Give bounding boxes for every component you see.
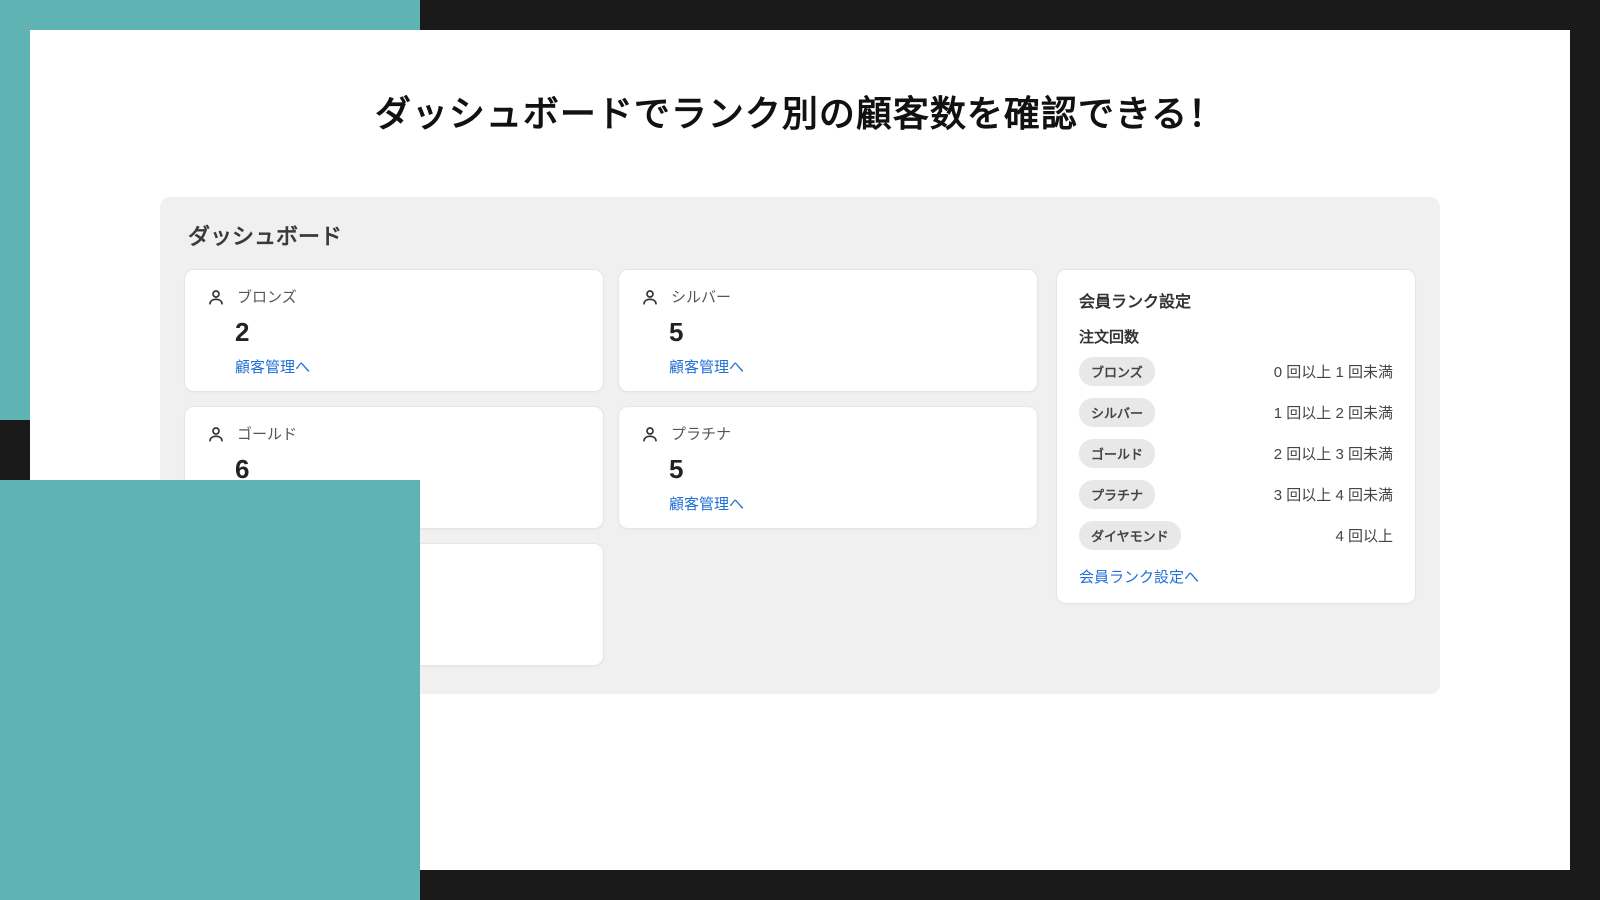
rank-card-platinum: プラチナ 5 顧客管理へ [618, 406, 1038, 529]
rank-settings-link[interactable]: 会員ランク設定へ [1079, 566, 1199, 587]
rank-pill-bronze: ブロンズ [1079, 357, 1155, 386]
rank-card-head: シルバー [641, 286, 1015, 307]
person-icon [641, 425, 659, 443]
rank-pill-silver: シルバー [1079, 398, 1155, 427]
person-icon [641, 288, 659, 306]
rank-settings-title: 会員ランク設定 [1079, 288, 1393, 312]
rank-settings-card: 会員ランク設定 注文回数 ブロンズ 0 回以上 1 回未満 シルバー 1 回以上… [1056, 269, 1416, 604]
rank-row: プラチナ 3 回以上 4 回未満 [1079, 480, 1393, 509]
rank-card-head: ダイヤモンド [207, 560, 581, 581]
rank-card-label: シルバー [671, 286, 731, 307]
customer-manage-link[interactable]: 顧客管理へ [669, 359, 744, 376]
rank-card-bronze: ブロンズ 2 顧客管理へ [184, 269, 604, 392]
rank-card-count: 2 [235, 317, 581, 348]
rank-card-head: プラチナ [641, 423, 1015, 444]
slide-frame: ダッシュボードでランク別の顧客数を確認できる！ ダッシュボード ブロンズ 2 顧… [0, 0, 1600, 900]
rank-card-label: ゴールド [237, 423, 297, 444]
slide-page: ダッシュボードでランク別の顧客数を確認できる！ ダッシュボード ブロンズ 2 顧… [30, 30, 1570, 870]
rank-card-count: 5 [669, 317, 1015, 348]
rank-card-gold: ゴールド 6 顧客管理へ [184, 406, 604, 529]
rank-condition: 0 回以上 1 回未満 [1274, 361, 1393, 382]
panel-content: ブロンズ 2 顧客管理へ シルバー 5 顧客管理へ [184, 269, 1416, 666]
rank-row: ゴールド 2 回以上 3 回未満 [1079, 439, 1393, 468]
rank-card-count: 5 [669, 454, 1015, 485]
rank-card-head: ブロンズ [207, 286, 581, 307]
rank-row: シルバー 1 回以上 2 回未満 [1079, 398, 1393, 427]
rank-condition: 1 回以上 2 回未満 [1274, 402, 1393, 423]
customer-manage-link[interactable]: 顧客管理へ [235, 496, 310, 513]
rank-pill-gold: ゴールド [1079, 439, 1155, 468]
person-icon [207, 562, 225, 580]
rank-row: ダイヤモンド 4 回以上 [1079, 521, 1393, 550]
customer-manage-link[interactable]: 顧客管理へ [669, 496, 744, 513]
customer-manage-link[interactable]: 顧客管理へ [235, 633, 310, 650]
rank-cards-grid: ブロンズ 2 顧客管理へ シルバー 5 顧客管理へ [184, 269, 1038, 666]
rank-row: ブロンズ 0 回以上 1 回未満 [1079, 357, 1393, 386]
rank-settings-subtitle: 注文回数 [1079, 326, 1393, 347]
rank-card-label: プラチナ [671, 423, 731, 444]
page-headline: ダッシュボードでランク別の顧客数を確認できる！ [30, 85, 1570, 137]
customer-manage-link[interactable]: 顧客管理へ [235, 359, 310, 376]
person-icon [207, 288, 225, 306]
rank-condition: 4 回以上 [1335, 525, 1393, 546]
rank-card-diamond: ダイヤモンド 5 顧客管理へ [184, 543, 604, 666]
rank-card-label: ブロンズ [237, 286, 297, 307]
rank-condition: 3 回以上 4 回未満 [1274, 484, 1393, 505]
rank-card-label: ダイヤモンド [237, 560, 327, 581]
rank-card-silver: シルバー 5 顧客管理へ [618, 269, 1038, 392]
dashboard-panel: ダッシュボード ブロンズ 2 顧客管理へ シルバー [160, 197, 1440, 694]
rank-condition: 2 回以上 3 回未満 [1274, 443, 1393, 464]
rank-pill-diamond: ダイヤモンド [1079, 521, 1181, 550]
panel-title: ダッシュボード [188, 219, 1416, 251]
person-icon [207, 425, 225, 443]
rank-card-count: 5 [235, 591, 581, 622]
rank-card-count: 6 [235, 454, 581, 485]
rank-pill-platinum: プラチナ [1079, 480, 1155, 509]
rank-card-head: ゴールド [207, 423, 581, 444]
